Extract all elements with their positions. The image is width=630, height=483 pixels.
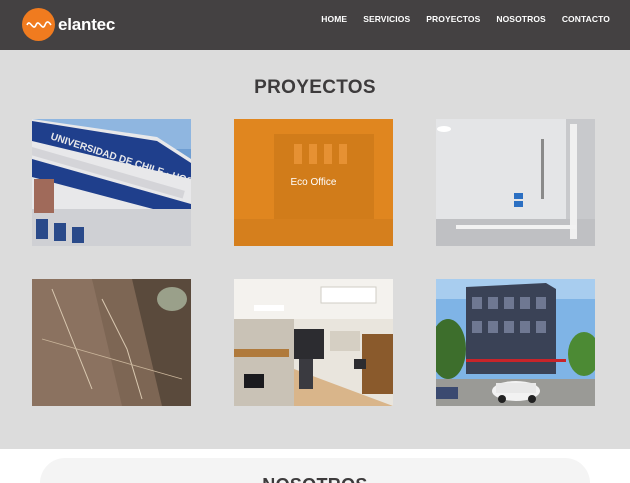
project-tile-modern-building[interactable] [436, 279, 595, 406]
project-tile-eco-office[interactable]: Eco Office [234, 119, 393, 246]
nav-servicios[interactable]: SERVICIOS [363, 14, 410, 24]
installation-wall-photo [436, 119, 595, 246]
nosotros-title: NOSOTROS [0, 475, 630, 483]
top-navbar: elantec HOME SERVICIOS PROYECTOS NOSOTRO… [0, 0, 630, 50]
project-tile-hospital[interactable]: UNIVERSIDAD DE CHILE · HOSPITAL CLINICO [32, 119, 191, 246]
wave-logo-icon [22, 8, 55, 41]
nav-contacto[interactable]: CONTACTO [562, 14, 610, 24]
nav-proyectos[interactable]: PROYECTOS [426, 14, 480, 24]
brand-name: elantec [58, 14, 116, 34]
nav-home[interactable]: HOME [321, 14, 347, 24]
project-tile-installation-wall[interactable] [436, 119, 595, 246]
hospital-photo: UNIVERSIDAD DE CHILE · HOSPITAL CLINICO [32, 119, 191, 246]
nav-nosotros[interactable]: NOSOTROS [496, 14, 545, 24]
modern-building-photo [436, 279, 595, 406]
brand-logo[interactable]: elantec [22, 8, 115, 41]
project-tile-office-interior[interactable] [234, 279, 393, 406]
main-nav: HOME SERVICIOS PROYECTOS NOSOTROS CONTAC… [305, 14, 610, 24]
office-interior-photo [234, 279, 393, 406]
excavation-photo [32, 279, 191, 406]
projects-title: PROYECTOS [254, 77, 376, 98]
project-tile-excavation[interactable] [32, 279, 191, 406]
tile-label: Eco Office [290, 177, 337, 188]
